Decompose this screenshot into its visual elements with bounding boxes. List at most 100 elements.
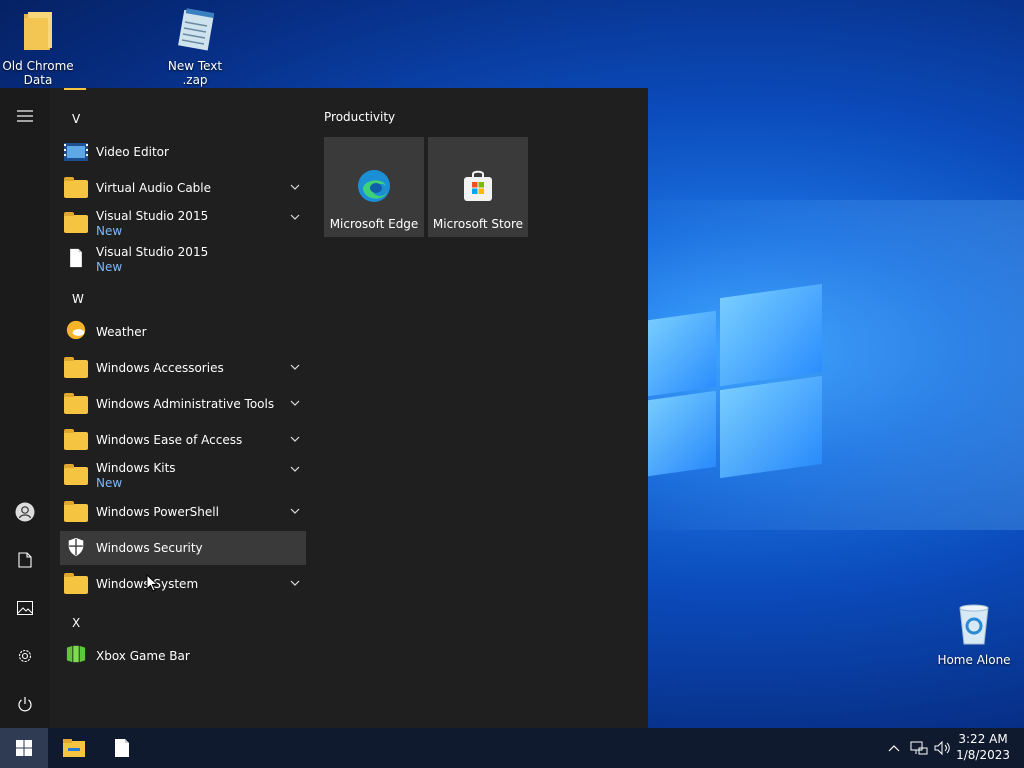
app-visual-studio-2015[interactable]: Visual Studio 2015 New (60, 242, 306, 278)
system-clock[interactable]: 3:22 AM 1/8/2023 (956, 731, 1010, 763)
app-virtual-audio-cable[interactable]: Virtual Audio Cable (60, 171, 306, 205)
folder-icon (24, 12, 52, 50)
app-windows-ease-of-access[interactable]: Windows Ease of Access (60, 423, 306, 457)
app-visual-studio-2015-folder[interactable]: Visual Studio 2015 New (60, 206, 306, 242)
new-badge: New (96, 476, 123, 490)
app-name: Windows PowerShell (96, 505, 219, 519)
new-badge: New (96, 224, 123, 238)
tile-microsoft-edge[interactable]: Microsoft Edge (324, 137, 424, 237)
app-list[interactable]: V Video Editor Virtual Audio Cable Visua… (50, 88, 316, 728)
desktop-icon-new-text-zap[interactable]: New Text .zap (157, 8, 233, 87)
network-icon[interactable] (910, 740, 928, 756)
documents-button[interactable] (0, 538, 50, 582)
desktop-icon-old-chrome-data[interactable]: Old Chrome Data (0, 8, 76, 87)
shield-icon (68, 537, 84, 557)
file-explorer-icon (63, 739, 85, 757)
tile-microsoft-store[interactable]: Microsoft Store (428, 137, 528, 237)
app-name: Visual Studio 2015 (96, 209, 209, 223)
edge-icon (358, 170, 390, 202)
expand-menu-button[interactable] (0, 94, 50, 138)
document-icon (18, 552, 32, 568)
taskbar-document[interactable] (98, 728, 146, 768)
chevron-down-icon[interactable] (290, 434, 300, 444)
app-name: Virtual Audio Cable (96, 181, 212, 195)
tile-area: Productivity Microsoft Edge Microsoft St… (324, 88, 644, 728)
folder-icon (64, 357, 88, 378)
folder-icon (64, 573, 88, 594)
desktop-icon-label: Old Chrome Data (2, 59, 74, 87)
app-name: Windows Kits (96, 461, 176, 475)
app-name: Windows Administrative Tools (96, 397, 275, 411)
folder-icon (64, 501, 88, 522)
user-icon (15, 502, 35, 522)
mouse-cursor-icon (146, 574, 158, 592)
folder-icon (64, 212, 88, 233)
chevron-down-icon[interactable] (290, 398, 300, 408)
app-name: Windows Ease of Access (96, 433, 243, 447)
desktop-icon-label: Home Alone (937, 653, 1011, 667)
windows-logo-wallpaper (648, 278, 823, 493)
chevron-down-icon[interactable] (290, 578, 300, 588)
app-xbox-game-bar[interactable]: Xbox Game Bar (60, 639, 306, 673)
image-icon (17, 601, 33, 615)
app-name: Windows Accessories (96, 361, 224, 375)
windows-icon (16, 740, 32, 756)
notepad-icon (178, 8, 215, 51)
app-name: Visual Studio 2015 (96, 245, 209, 259)
section-header-x[interactable]: X (72, 616, 80, 630)
chevron-down-icon[interactable] (290, 506, 300, 516)
desktop-icon-label: New Text .zap (167, 59, 223, 87)
section-header-w[interactable]: W (72, 292, 84, 306)
video-editor-icon (64, 143, 88, 161)
store-icon (464, 170, 492, 201)
section-header-v[interactable]: V (72, 112, 80, 126)
app-windows-system[interactable]: Windows System (60, 567, 306, 601)
chevron-down-icon[interactable] (290, 182, 300, 192)
power-icon (18, 697, 32, 712)
folder-icon (64, 429, 88, 450)
app-name: Weather (96, 325, 147, 339)
app-name: Windows Security (96, 541, 203, 555)
tile-label: Microsoft Store (432, 217, 524, 231)
settings-button[interactable] (0, 634, 50, 678)
desktop-icon-home-alone[interactable]: Home Alone (936, 602, 1012, 667)
blank-document-icon (70, 248, 82, 268)
recycle-bin-icon (959, 604, 989, 645)
app-windows-powershell[interactable]: Windows PowerShell (60, 495, 306, 529)
clock-date: 1/8/2023 (956, 748, 1010, 762)
new-badge: New (96, 260, 123, 274)
chevron-up-icon[interactable] (888, 740, 900, 756)
chevron-down-icon[interactable] (290, 464, 300, 474)
power-button[interactable] (0, 682, 50, 726)
gear-icon (18, 649, 32, 663)
weather-icon (66, 320, 86, 340)
folder-icon (64, 464, 88, 485)
folder-icon (64, 393, 88, 414)
hamburger-icon (17, 110, 33, 122)
chevron-down-icon[interactable] (290, 362, 300, 372)
tile-group-title[interactable]: Productivity (324, 110, 395, 124)
partial-folder-icon (64, 88, 86, 90)
app-name: Xbox Game Bar (96, 649, 190, 663)
app-windows-kits[interactable]: Windows Kits New (60, 458, 306, 494)
app-windows-administrative-tools[interactable]: Windows Administrative Tools (60, 387, 306, 421)
start-rail (0, 88, 50, 728)
start-menu: V Video Editor Virtual Audio Cable Visua… (0, 88, 648, 728)
app-name: Video Editor (96, 145, 169, 159)
account-button[interactable] (0, 490, 50, 534)
taskbar-file-explorer[interactable] (50, 728, 98, 768)
clock-time: 3:22 AM (958, 732, 1008, 746)
folder-icon (64, 177, 88, 198)
pictures-button[interactable] (0, 586, 50, 630)
app-windows-accessories[interactable]: Windows Accessories (60, 351, 306, 385)
start-button[interactable] (0, 728, 48, 768)
document-icon (115, 739, 129, 757)
xbox-game-bar-icon (66, 645, 86, 663)
app-video-editor[interactable]: Video Editor (60, 135, 306, 169)
app-windows-security[interactable]: Windows Security (60, 531, 306, 565)
app-weather[interactable]: Weather (60, 315, 306, 349)
volume-icon[interactable] (934, 740, 952, 756)
chevron-down-icon[interactable] (290, 212, 300, 222)
taskbar: 3:22 AM 1/8/2023 (0, 728, 1024, 768)
tile-label: Microsoft Edge (329, 217, 419, 231)
